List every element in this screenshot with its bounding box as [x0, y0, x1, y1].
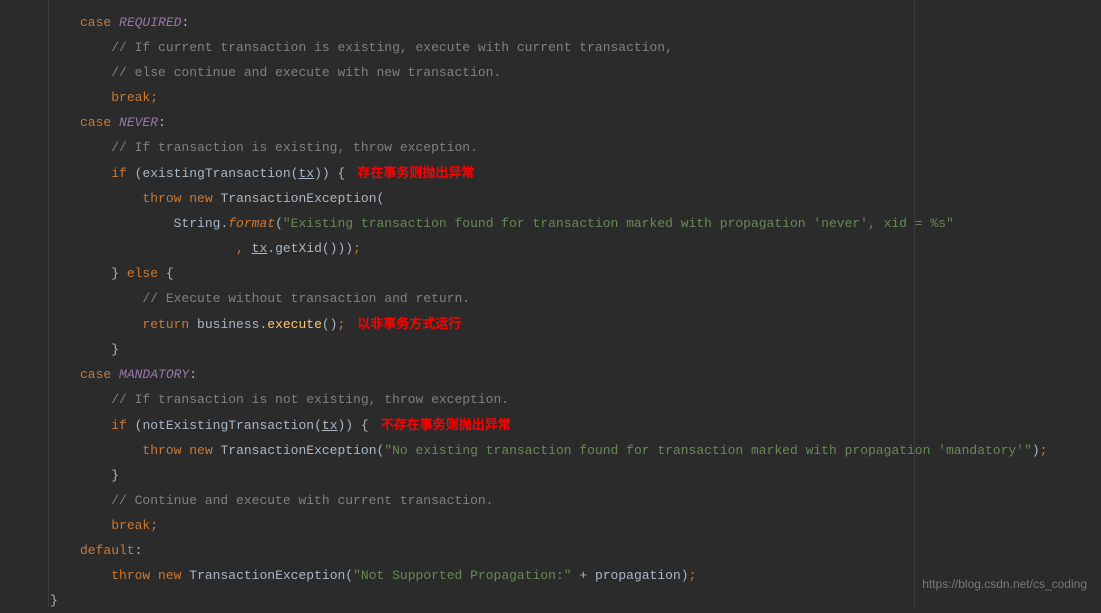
- code-line: String.format("Existing transaction foun…: [50, 211, 1101, 236]
- code-line: }: [50, 337, 1101, 362]
- code-line: // else continue and execute with new tr…: [50, 60, 1101, 85]
- code-line: break;: [50, 85, 1101, 110]
- annotation-not-exists-throw: 不存在事务则抛出异常: [369, 417, 511, 432]
- code-line: // Execute without transaction and retur…: [50, 286, 1101, 311]
- code-line: case MANDATORY:: [50, 362, 1101, 387]
- code-line: case REQUIRED:: [50, 10, 1101, 35]
- code-line: }: [50, 463, 1101, 488]
- code-line: if (existingTransaction(tx)) {存在事务则抛出异常: [50, 160, 1101, 186]
- code-line: case NEVER:: [50, 110, 1101, 135]
- code-block: case REQUIRED: // If current transaction…: [0, 0, 1101, 613]
- code-line: break;: [50, 513, 1101, 538]
- annotation-no-tx-run: 以非事务方式运行: [345, 316, 461, 331]
- code-line: throw new TransactionException("No exist…: [50, 438, 1101, 463]
- code-line: // If current transaction is existing, e…: [50, 35, 1101, 60]
- code-line: } else {: [50, 261, 1101, 286]
- watermark: https://blog.csdn.net/cs_coding: [922, 572, 1087, 597]
- code-line: if (notExistingTransaction(tx)) {不存在事务则抛…: [50, 412, 1101, 438]
- code-line: throw new TransactionException(: [50, 186, 1101, 211]
- annotation-exists-throw: 存在事务则抛出异常: [345, 165, 474, 180]
- code-line: // If transaction is not existing, throw…: [50, 387, 1101, 412]
- code-line: , tx.getXid()));: [50, 236, 1101, 261]
- code-line: default:: [50, 538, 1101, 563]
- code-line: // Continue and execute with current tra…: [50, 488, 1101, 513]
- code-line: return business.execute();以非事务方式运行: [50, 311, 1101, 337]
- code-line: // If transaction is existing, throw exc…: [50, 135, 1101, 160]
